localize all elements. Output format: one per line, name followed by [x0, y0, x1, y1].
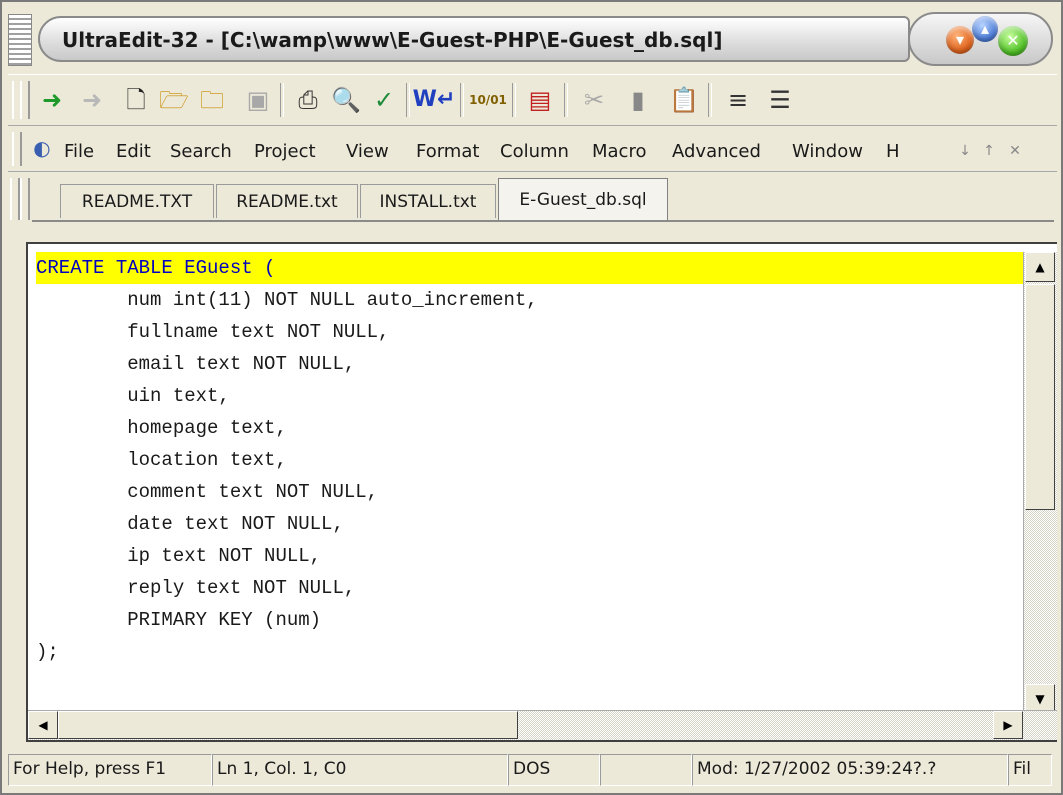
- tab-readme-lower[interactable]: README.txt: [216, 184, 358, 218]
- toolbar-separator: [564, 83, 568, 117]
- code-line[interactable]: comment text NOT NULL,: [36, 476, 1026, 508]
- status-format: DOS: [508, 754, 600, 786]
- close-file-icon[interactable]: 🗀: [196, 84, 228, 116]
- column-mode-icon[interactable]: ▤: [524, 84, 556, 116]
- code-line[interactable]: );: [36, 636, 1026, 668]
- code-line[interactable]: date text NOT NULL,: [36, 508, 1026, 540]
- status-bar: For Help, press F1 Ln 1, Col. 1, C0 DOS …: [8, 750, 1057, 790]
- menu-window[interactable]: Window: [792, 141, 863, 162]
- horizontal-scrollbar[interactable]: ◀ ▶: [28, 710, 1057, 740]
- status-modified: Mod: 1/27/2002 05:39:24?.?: [692, 754, 1008, 786]
- toolbar-separator: [280, 83, 284, 117]
- cut-icon[interactable]: ✂: [578, 84, 610, 116]
- code-area[interactable]: CREATE TABLE EGuest ( num int(11) NOT NU…: [36, 252, 1026, 668]
- menu-edit[interactable]: Edit: [116, 141, 151, 162]
- forward-arrow-icon[interactable]: ➜: [76, 84, 108, 116]
- title-pill: UltraEdit-32 - [C:\wamp\www\E-Guest-PHP\…: [38, 16, 910, 62]
- main-toolbar: ➜ ➜ 🗋 🗁 🗀 ▣ ⎙ 🔍 ✓ W↵ 10/01 ▤ ✂ ▮ 📋 ≡ ☰: [8, 74, 1057, 126]
- title-bar[interactable]: UltraEdit-32 - [C:\wamp\www\E-Guest-PHP\…: [8, 10, 1057, 70]
- app-window: UltraEdit-32 - [C:\wamp\www\E-Guest-PHP\…: [0, 0, 1063, 795]
- scroll-left-icon[interactable]: ◀: [28, 711, 58, 739]
- ultraedit-logo-icon[interactable]: ◐: [28, 134, 56, 162]
- tab-eguest-db[interactable]: E-Guest_db.sql: [498, 178, 668, 220]
- menu-advanced[interactable]: Advanced: [672, 141, 761, 162]
- window-title: UltraEdit-32 - [C:\wamp\www\E-Guest-PHP\…: [62, 28, 723, 52]
- arrow-up-icon[interactable]: ↑: [978, 140, 1000, 162]
- menu-view[interactable]: View: [346, 141, 389, 162]
- scroll-up-icon[interactable]: ▲: [1025, 252, 1055, 282]
- code-line[interactable]: fullname text NOT NULL,: [36, 316, 1026, 348]
- code-line[interactable]: ip text NOT NULL,: [36, 540, 1026, 572]
- vertical-scrollbar[interactable]: ▲ ▼: [1023, 252, 1057, 714]
- tabbar-gripper-2[interactable]: [20, 178, 30, 220]
- arrow-down-icon[interactable]: ↓: [954, 140, 976, 162]
- editor-pane[interactable]: CREATE TABLE EGuest ( num int(11) NOT NU…: [26, 242, 1057, 742]
- status-empty: [600, 754, 692, 786]
- justify-icon[interactable]: ☰: [764, 84, 796, 116]
- code-line[interactable]: uin text,: [36, 380, 1026, 412]
- code-line[interactable]: PRIMARY KEY (num): [36, 604, 1026, 636]
- file-tab-bar: README.TXT README.txt INSTALL.txt E-Gues…: [8, 174, 1057, 224]
- menu-search[interactable]: Search: [170, 141, 232, 162]
- close-icon[interactable]: ✕: [998, 26, 1028, 56]
- print-icon[interactable]: ⎙: [292, 84, 324, 116]
- window-controls: ▾ ▴ ✕: [908, 12, 1053, 66]
- hex-edit-icon[interactable]: 10/01: [469, 84, 507, 116]
- back-arrow-icon[interactable]: ➜: [36, 84, 68, 116]
- toolbar-separator: [460, 83, 464, 117]
- open-file-icon[interactable]: 🗁: [158, 84, 190, 116]
- code-line[interactable]: location text,: [36, 444, 1026, 476]
- menu-macro[interactable]: Macro: [592, 141, 646, 162]
- horizontal-scroll-thumb[interactable]: [58, 711, 518, 739]
- minimize-icon[interactable]: ▾: [946, 26, 974, 54]
- copy-icon[interactable]: ▮: [622, 84, 654, 116]
- maximize-icon[interactable]: ▴: [972, 16, 998, 42]
- menu-help[interactable]: H: [886, 141, 900, 162]
- status-help: For Help, press F1: [8, 754, 212, 786]
- save-icon[interactable]: ▣: [242, 84, 274, 116]
- spell-check-icon[interactable]: ✓: [368, 84, 400, 116]
- status-file: Fil: [1008, 754, 1052, 786]
- menu-file[interactable]: File: [64, 141, 94, 162]
- tab-strip: README.TXT README.txt INSTALL.txt E-Gues…: [32, 178, 1054, 222]
- title-grip: [8, 14, 32, 66]
- tabbar-gripper[interactable]: [10, 178, 20, 220]
- tab-readme-upper[interactable]: README.TXT: [60, 184, 214, 218]
- toolbar-gripper-2[interactable]: [20, 81, 30, 119]
- word-wrap-icon[interactable]: W↵: [413, 84, 456, 116]
- tab-install[interactable]: INSTALL.txt: [360, 184, 496, 218]
- code-line[interactable]: num int(11) NOT NULL auto_increment,: [36, 284, 1026, 316]
- menu-format[interactable]: Format: [416, 141, 479, 162]
- toolbar-separator: [406, 83, 410, 117]
- menubar-gripper[interactable]: [12, 132, 22, 166]
- code-line-current[interactable]: CREATE TABLE EGuest (: [36, 252, 1026, 284]
- code-line[interactable]: email text NOT NULL,: [36, 348, 1026, 380]
- align-left-icon[interactable]: ≡: [722, 84, 754, 116]
- new-file-icon[interactable]: 🗋: [120, 84, 152, 116]
- code-line[interactable]: reply text NOT NULL,: [36, 572, 1026, 604]
- paste-icon[interactable]: 📋: [668, 84, 700, 116]
- menu-column[interactable]: Column: [500, 141, 569, 162]
- print-preview-icon[interactable]: 🔍: [330, 84, 362, 116]
- vertical-scroll-thumb[interactable]: [1025, 284, 1055, 510]
- menu-bar: ◐ File Edit Search Project View Format C…: [8, 128, 1057, 172]
- toolbar-separator: [512, 83, 516, 117]
- code-line[interactable]: homepage text,: [36, 412, 1026, 444]
- close-menu-icon[interactable]: ✕: [1004, 140, 1026, 162]
- scroll-right-icon[interactable]: ▶: [993, 711, 1023, 739]
- status-position: Ln 1, Col. 1, C0: [212, 754, 508, 786]
- menu-project[interactable]: Project: [254, 141, 316, 162]
- toolbar-separator: [708, 83, 712, 117]
